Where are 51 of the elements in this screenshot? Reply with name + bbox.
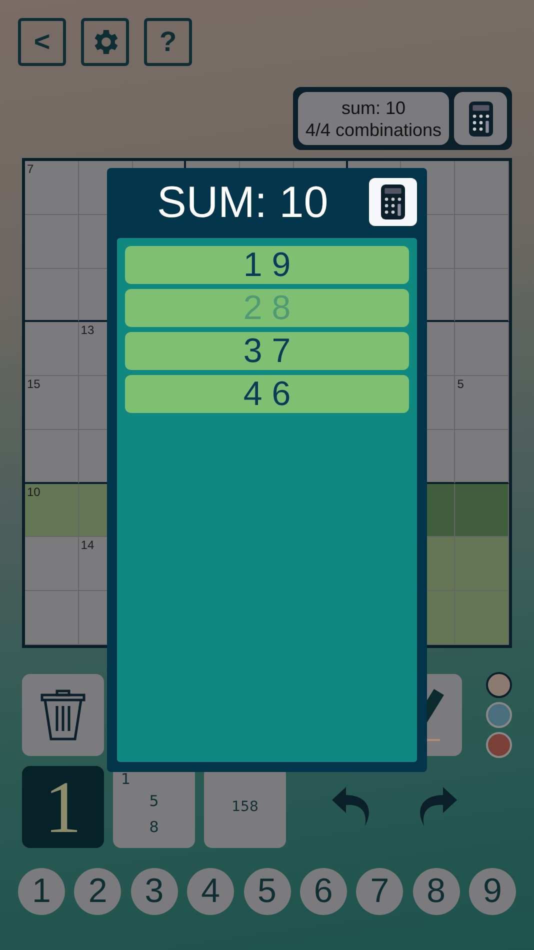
digit-button[interactable]: 7: [356, 868, 404, 915]
grid-cell[interactable]: [25, 214, 79, 269]
cage-sum: 7: [27, 162, 34, 176]
calculator-icon: [381, 184, 405, 220]
grid-cell[interactable]: [455, 591, 509, 645]
grid-cell[interactable]: [455, 214, 509, 269]
calculator-button[interactable]: [369, 178, 417, 226]
color-swatch[interactable]: [486, 702, 512, 728]
combinations-label: 4/4 combinations: [305, 118, 442, 140]
back-button[interactable]: <: [18, 18, 66, 66]
grid-cell[interactable]: 5: [455, 376, 509, 430]
digit-button[interactable]: 5: [244, 868, 290, 915]
grid-cell[interactable]: [455, 161, 509, 215]
combination-item[interactable]: 1 9: [125, 246, 409, 284]
digit-button[interactable]: 3: [130, 868, 178, 915]
grid-cell[interactable]: [25, 591, 79, 645]
delete-button[interactable]: [22, 674, 104, 756]
digit-button[interactable]: 1: [18, 868, 65, 915]
dialog-title: SUM: 10: [157, 178, 328, 228]
help-button[interactable]: ?: [144, 18, 192, 66]
grid-cell[interactable]: [455, 537, 509, 592]
digit-button[interactable]: 6: [300, 868, 347, 915]
cage-sum: 5: [457, 377, 464, 392]
grid-cell[interactable]: [25, 537, 79, 592]
combination-item[interactable]: 4 6: [125, 375, 409, 413]
settings-button[interactable]: [81, 18, 129, 66]
sum-label: sum: 10: [341, 96, 406, 118]
grid-cell[interactable]: 7: [25, 161, 79, 215]
calculator-icon: [468, 100, 492, 136]
grid-cell[interactable]: [455, 484, 509, 538]
normal-mode-button[interactable]: 1: [22, 766, 104, 848]
grid-cell[interactable]: 10: [25, 484, 79, 538]
digit-button[interactable]: 4: [187, 868, 234, 915]
trash-icon: [40, 689, 86, 741]
cage-sum: 14: [80, 538, 94, 552]
digit-button[interactable]: 8: [412, 868, 460, 915]
grid-cell[interactable]: [25, 430, 79, 484]
cage-sum: 15: [27, 377, 40, 392]
grid-cell[interactable]: [25, 268, 79, 322]
grid-cell[interactable]: [25, 322, 79, 376]
digit-button[interactable]: 9: [469, 868, 516, 915]
grid-cell[interactable]: [455, 430, 509, 484]
grid-cell[interactable]: 15: [25, 376, 79, 430]
digit-button[interactable]: 2: [74, 868, 122, 915]
cage-sum: 10: [27, 484, 40, 499]
cage-sum: 13: [80, 323, 94, 338]
color-swatch[interactable]: [486, 732, 512, 758]
combination-item[interactable]: 3 7: [125, 332, 409, 370]
grid-cell[interactable]: [455, 322, 509, 376]
grid-cell[interactable]: [455, 268, 509, 322]
color-swatch[interactable]: [486, 672, 512, 698]
